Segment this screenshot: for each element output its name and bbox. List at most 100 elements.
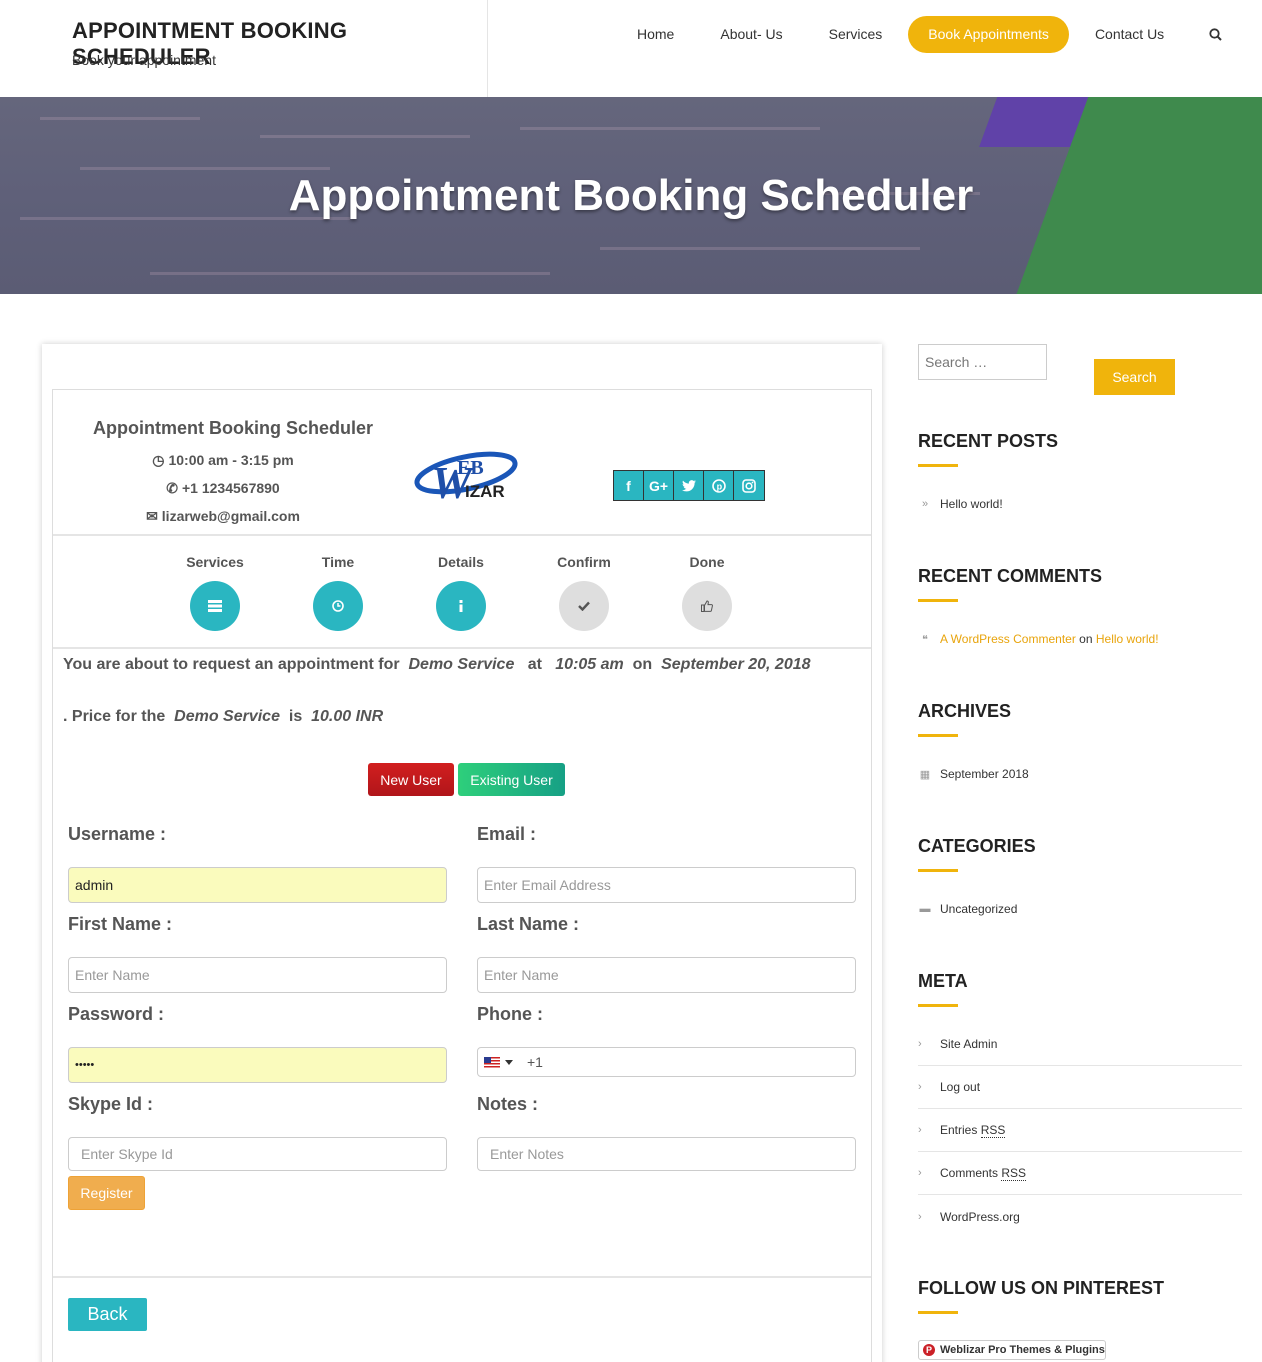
comment-on-text: on bbox=[1079, 632, 1093, 646]
booking-card: Appointment Booking Scheduler ◷ 10:00 am … bbox=[42, 344, 882, 1362]
list-icon[interactable] bbox=[190, 581, 240, 631]
appointment-summary: You are about to request an appointment … bbox=[63, 656, 811, 673]
last-name-field[interactable]: Enter Name bbox=[477, 957, 856, 993]
phone-label: Phone : bbox=[477, 1004, 543, 1024]
weblizar-logo: W EB IZAR bbox=[411, 440, 521, 508]
clock-icon[interactable] bbox=[313, 581, 363, 631]
brand: APPOINTMENT BOOKING SCHEDULER Book your … bbox=[0, 0, 488, 97]
chevron-right-icon: › bbox=[918, 1081, 922, 1093]
meta-log-out[interactable]: › Log out bbox=[918, 1066, 1242, 1109]
meta-wordpress-org[interactable]: › WordPress.org bbox=[918, 1195, 1242, 1238]
step-label: Time bbox=[321, 554, 355, 570]
existing-user-button[interactable]: Existing User bbox=[458, 763, 565, 796]
pinterest-icon: P bbox=[923, 1344, 935, 1356]
chevron-right-icon: » bbox=[921, 498, 929, 510]
page-title: Appointment Booking Scheduler bbox=[288, 171, 974, 220]
us-flag-icon bbox=[484, 1056, 500, 1068]
back-button[interactable]: Back bbox=[68, 1298, 147, 1331]
phone-value: +1 bbox=[527, 1054, 543, 1070]
heading-underline bbox=[918, 1311, 958, 1314]
business-hours: ◷ 10:00 am - 3:15 pm bbox=[152, 452, 294, 468]
categories-heading: CATEGORIES bbox=[918, 836, 1036, 856]
heading-underline bbox=[918, 1004, 958, 1007]
phone-field[interactable]: +1 bbox=[477, 1047, 856, 1077]
phone-icon: ✆ bbox=[166, 480, 178, 496]
nav-about-us[interactable]: About- Us bbox=[697, 16, 805, 53]
meta-entries-rss[interactable]: › Entries RSS bbox=[918, 1109, 1242, 1152]
business-info: Appointment Booking Scheduler ◷ 10:00 am … bbox=[53, 390, 871, 536]
category-item[interactable]: ▬ Uncategorized bbox=[918, 902, 1018, 916]
business-email: ✉ lizarweb@gmail.com bbox=[146, 508, 300, 524]
last-name-label: Last Name : bbox=[477, 914, 580, 934]
chevron-right-icon: › bbox=[918, 1210, 922, 1223]
chevron-down-icon bbox=[505, 1059, 513, 1065]
meta-site-admin[interactable]: › Site Admin bbox=[918, 1023, 1242, 1066]
nav-book-appointments[interactable]: Book Appointments bbox=[908, 16, 1069, 53]
meta-heading: META bbox=[918, 971, 968, 991]
page-banner: Appointment Booking Scheduler bbox=[0, 97, 1262, 294]
svg-text:EB: EB bbox=[457, 457, 484, 479]
folder-icon: ▬ bbox=[919, 903, 931, 915]
booking-steps: Services Time Details Confirm Done bbox=[53, 538, 871, 649]
footer-actions: Back bbox=[53, 1276, 871, 1362]
envelope-icon: ✉ bbox=[146, 508, 158, 524]
nav-home[interactable]: Home bbox=[614, 16, 697, 53]
step-time: Time bbox=[288, 554, 388, 631]
pinterest-follow-button[interactable]: P Weblizar Pro Themes & Plugins bbox=[918, 1340, 1106, 1360]
comments-icon: ❝ bbox=[922, 633, 928, 646]
step-services: Services bbox=[165, 554, 265, 631]
nav-contact-us[interactable]: Contact Us bbox=[1072, 16, 1187, 53]
register-button[interactable]: Register bbox=[68, 1176, 145, 1210]
comment-post-link[interactable]: Hello world! bbox=[1096, 632, 1159, 646]
meta-comments-rss[interactable]: › Comments RSS bbox=[918, 1152, 1242, 1195]
chevron-right-icon: › bbox=[918, 1038, 922, 1050]
pinterest-icon[interactable]: p bbox=[704, 471, 734, 500]
clock-icon: ◷ bbox=[152, 452, 165, 468]
social-links: f G+ p bbox=[613, 470, 765, 501]
facebook-icon[interactable]: f bbox=[614, 471, 644, 500]
step-label: Confirm bbox=[557, 554, 611, 570]
pinterest-heading: FOLLOW US ON PINTEREST bbox=[918, 1278, 1164, 1298]
google-plus-icon[interactable]: G+ bbox=[644, 471, 674, 500]
booking-panel: Appointment Booking Scheduler ◷ 10:00 am … bbox=[52, 389, 872, 1362]
chevron-right-icon: › bbox=[918, 1167, 922, 1179]
heading-underline bbox=[918, 464, 958, 467]
business-name: Appointment Booking Scheduler bbox=[93, 418, 374, 438]
heading-underline bbox=[918, 734, 958, 737]
comment-author-link[interactable]: A WordPress Commenter bbox=[940, 632, 1076, 646]
skype-label: Skype Id : bbox=[68, 1094, 154, 1114]
new-user-button[interactable]: New User bbox=[368, 763, 454, 796]
step-label: Services bbox=[186, 554, 244, 570]
password-field[interactable]: ••••• bbox=[68, 1047, 447, 1083]
calendar-icon: ▦ bbox=[919, 768, 931, 781]
step-details: Details bbox=[411, 554, 511, 631]
step-label: Done bbox=[689, 554, 725, 570]
skype-field[interactable]: Enter Skype Id bbox=[68, 1137, 447, 1171]
nav-services[interactable]: Services bbox=[806, 16, 906, 53]
username-label: Username : bbox=[68, 824, 167, 844]
svg-text:p: p bbox=[716, 481, 722, 491]
sidebar-search-input[interactable]: Search … bbox=[918, 344, 1047, 380]
step-label: Details bbox=[438, 554, 484, 570]
notes-label: Notes : bbox=[477, 1094, 539, 1114]
check-icon[interactable] bbox=[559, 581, 609, 631]
step-confirm: Confirm bbox=[534, 554, 634, 631]
thumbs-up-icon[interactable] bbox=[682, 581, 732, 631]
recent-post-item[interactable]: » Hello world! bbox=[918, 497, 1003, 511]
search-icon[interactable] bbox=[1195, 16, 1235, 53]
svg-text:IZAR: IZAR bbox=[465, 482, 505, 501]
chevron-right-icon: › bbox=[918, 1124, 922, 1136]
first-name-field[interactable]: Enter Name bbox=[68, 957, 447, 993]
username-field[interactable]: admin bbox=[68, 867, 447, 903]
archive-item[interactable]: ▦ September 2018 bbox=[918, 767, 1029, 781]
notes-field[interactable]: Enter Notes bbox=[477, 1137, 856, 1171]
site-header: APPOINTMENT BOOKING SCHEDULER Book your … bbox=[0, 0, 1262, 97]
instagram-icon[interactable] bbox=[734, 471, 764, 500]
archives-heading: ARCHIVES bbox=[918, 701, 1012, 721]
info-icon[interactable] bbox=[436, 581, 486, 631]
country-code-dropdown[interactable] bbox=[484, 1056, 513, 1068]
email-label: Email : bbox=[477, 824, 537, 844]
sidebar-search-button[interactable]: Search bbox=[1094, 359, 1175, 395]
twitter-icon[interactable] bbox=[674, 471, 704, 500]
email-field[interactable]: Enter Email Address bbox=[477, 867, 856, 903]
